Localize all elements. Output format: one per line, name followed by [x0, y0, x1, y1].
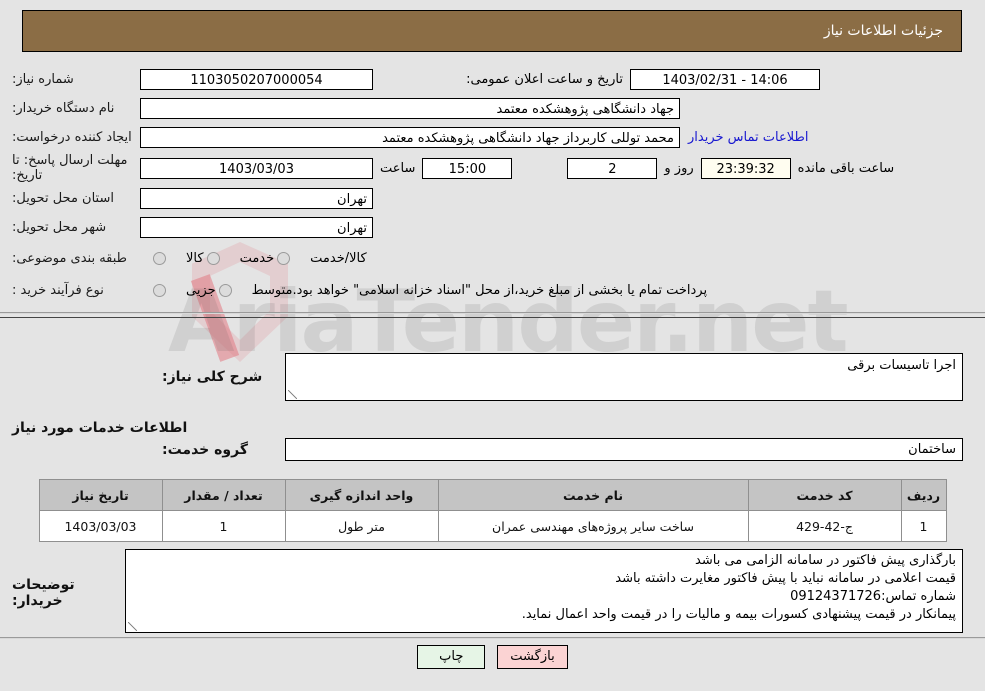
deadline-time-value: 15:00	[422, 157, 513, 179]
general-description-label: شرح کلی نیاز:	[162, 369, 263, 385]
need-number-value: 1103050207000054	[140, 69, 373, 90]
row-buyer-org: جهاد دانشگاهی پژوهشکده معتمد نام دستگاه …	[0, 94, 985, 123]
divider-bottom	[0, 637, 985, 639]
cell-code: ج-42-429	[747, 510, 902, 542]
col-code: کد خدمت	[747, 479, 902, 511]
buyer-org-value: جهاد دانشگاهی پژوهشکده معتمد	[140, 98, 680, 119]
service-section-title: اطلاعات خدمات مورد نیاز	[12, 419, 188, 436]
buyer-note-line: شماره تماس:09124371726	[790, 589, 956, 604]
table-header-row: ردیف کد خدمت نام خدمت واحد اندازه گیری ت…	[38, 479, 947, 511]
resize-grip-icon[interactable]	[128, 622, 137, 631]
city-value: تهران	[140, 217, 373, 238]
back-button[interactable]: بازگشت	[497, 645, 568, 669]
city-label: شهر محل تحویل:	[12, 220, 107, 235]
process-option-medium-label: متوسط	[251, 282, 293, 298]
category-radio-goods-service[interactable]	[277, 251, 291, 265]
service-group-value: ساختمان	[908, 442, 956, 457]
buyer-notes-block: بارگذاری پیش فاکتور در سامانه الزامی می …	[0, 548, 985, 634]
service-group-label: گروه خدمت:	[162, 441, 248, 458]
page-title-bar: جزئیات اطلاعات نیاز	[22, 10, 962, 52]
row-need-number: 14:06 - 1403/02/31 تاریخ و ساعت اعلان عم…	[0, 62, 985, 94]
col-index: ردیف	[900, 479, 947, 511]
need-number-label: شماره نیاز:	[12, 72, 74, 87]
countdown-label: ساعت باقی مانده	[797, 160, 895, 176]
page-title: جزئیات اطلاعات نیاز	[823, 23, 943, 39]
general-description-textarea[interactable]: اجرا تاسیسات برقی	[285, 353, 963, 401]
deadline-date-value: 1403/03/03	[140, 157, 373, 179]
row-deadline: ساعت باقی مانده 23:39:32 روز و 2 15:00 س…	[0, 152, 985, 184]
page-root: AriaTender.net جزئیات اطلاعات نیاز 14:06…	[0, 0, 985, 691]
row-process: پرداخت تمام یا بخشی از مبلغ خرید،از محل …	[0, 274, 985, 306]
category-option-service-label: خدمت	[239, 250, 275, 266]
days-label: روز و	[664, 160, 694, 176]
buyer-notes-textarea[interactable]: بارگذاری پیش فاکتور در سامانه الزامی می …	[125, 549, 963, 633]
category-option-goods-label: کالا	[186, 250, 204, 266]
deadline-label: مهلت ارسال پاسخ: تا تاریخ:	[12, 153, 128, 183]
buyer-note-line: پیمانکار در قیمت پیشنهادی کسورات بیمه و …	[521, 607, 956, 622]
items-table: ردیف کد خدمت نام خدمت واحد اندازه گیری ت…	[38, 479, 947, 542]
row-category: کالا/خدمت خدمت کالا طبقه بندی موضوعی:	[0, 242, 985, 274]
divider-top	[0, 312, 985, 314]
cell-quantity: 1	[161, 510, 286, 542]
province-label: استان محل تحویل:	[12, 191, 114, 206]
row-province: تهران استان محل تحویل:	[0, 184, 985, 213]
col-unit: واحد اندازه گیری	[284, 479, 439, 511]
divider-top-2	[0, 317, 985, 318]
general-description-value: اجرا تاسیسات برقی	[847, 358, 956, 373]
province-value: تهران	[140, 188, 373, 209]
buyer-note-line: بارگذاری پیش فاکتور در سامانه الزامی می …	[695, 553, 956, 568]
action-button-bar: بازگشت چاپ	[0, 645, 985, 669]
process-label: نوع فرآیند خرید :	[12, 282, 104, 298]
public-announce-value: 14:06 - 1403/02/31	[630, 69, 820, 90]
treasury-note: پرداخت تمام یا بخشی از مبلغ خرید،از محل …	[292, 282, 708, 298]
col-date: تاریخ نیاز	[38, 479, 163, 511]
creator-label: ایجاد کننده درخواست:	[12, 130, 132, 145]
col-name: نام خدمت	[437, 479, 749, 511]
buyer-notes-label: توضیحات خریدار:	[12, 577, 75, 609]
cell-name: ساخت سایر پروژه‌های مهندسی عمران	[437, 510, 749, 542]
service-group-block: ساختمان گروه خدمت:	[0, 435, 985, 464]
general-description-block: اجرا تاسیسات برقی شرح کلی نیاز:	[0, 352, 985, 402]
row-creator: اطلاعات تماس خریدار محمد توللی کاربرداز …	[0, 123, 985, 152]
category-radio-goods[interactable]	[153, 251, 166, 265]
process-option-minor-label: جزیی	[186, 282, 216, 298]
row-city: تهران شهر محل تحویل:	[0, 213, 985, 242]
need-info-panel: 14:06 - 1403/02/31 تاریخ و ساعت اعلان عم…	[0, 62, 985, 318]
service-group-field[interactable]: ساختمان	[285, 438, 963, 461]
resize-grip-icon[interactable]	[288, 390, 297, 399]
category-option-goods-service-label: کالا/خدمت	[310, 250, 367, 266]
cell-unit: متر طول	[284, 510, 439, 542]
buyer-contact-link[interactable]: اطلاعات تماس خریدار	[680, 130, 816, 145]
process-radio-minor[interactable]	[153, 283, 166, 297]
print-button[interactable]: چاپ	[417, 645, 486, 669]
countdown-value: 23:39:32	[700, 157, 791, 179]
days-value: 2	[567, 157, 658, 179]
cell-index: 1	[900, 510, 947, 542]
col-quantity: تعداد / مقدار	[161, 479, 286, 511]
category-radio-service[interactable]	[206, 251, 220, 265]
buyer-note-line: قیمت اعلامی در سامانه نباید با پیش فاکتو…	[615, 571, 956, 586]
items-table-block: ردیف کد خدمت نام خدمت واحد اندازه گیری ت…	[0, 478, 985, 543]
cell-date: 1403/03/03	[38, 510, 163, 542]
creator-value: محمد توللی کاربرداز جهاد دانشگاهی پژوهشک…	[140, 127, 680, 148]
hour-label: ساعت	[380, 160, 416, 176]
table-row: 1 ج-42-429 ساخت سایر پروژه‌های مهندسی عم…	[38, 510, 947, 542]
public-announce-label: تاریخ و ساعت اعلان عمومی:	[466, 72, 623, 87]
buyer-org-label: نام دستگاه خریدار:	[12, 101, 115, 116]
process-radio-medium[interactable]	[218, 283, 232, 297]
category-label: طبقه بندی موضوعی:	[12, 250, 128, 266]
